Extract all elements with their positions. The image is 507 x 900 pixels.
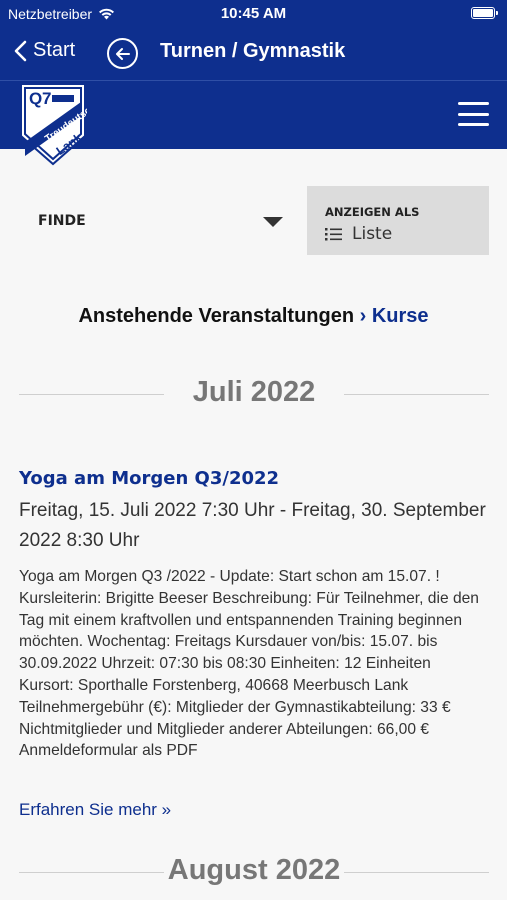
learn-more-link[interactable]: Erfahren Sie mehr » [19,800,171,820]
event-date: Freitag, 15. Juli 2022 7:30 Uhr - Freita… [19,500,486,551]
back-label: Start [33,39,76,61]
caret-down-icon [263,217,283,227]
hamburger-menu-icon[interactable] [458,102,489,126]
month-label: Juli 2022 [192,376,316,408]
filter-label: FINDE [38,213,86,229]
month-divider: Juli 2022 [19,374,489,414]
event-description: Yoga am Morgen Q3 /2022 - Update: Start … [19,568,479,760]
chevron-left-icon [14,40,27,61]
view-as-value: Liste [325,224,392,244]
filter-dropdown[interactable]: FINDE [19,186,307,255]
courses-link[interactable]: › Kurse [360,305,429,327]
arrow-left-icon [115,47,130,60]
site-header: Q 7 Treudeutsch Lank [0,80,507,166]
list-icon [325,228,342,241]
section-heading: Anstehende Veranstaltungen › Kurse [0,305,507,328]
page-title: Turnen / Gymnastik [160,40,346,62]
nav-bar: Start Turnen / Gymnastik [0,28,507,80]
divider-line [344,872,489,873]
view-as-value-text: Liste [352,224,393,244]
event-title-link[interactable]: Yoga am Morgen Q3/2022 [19,468,279,489]
view-as-selector[interactable]: ANZEIGEN ALS Liste [307,186,489,255]
clock: 10:45 AM [220,5,287,22]
svg-text:7: 7 [42,89,51,108]
club-logo[interactable]: Q 7 Treudeutsch Lank [19,82,87,166]
history-back-button[interactable] [107,38,138,69]
section-title: Anstehende Veranstaltungen [78,305,355,327]
divider-line [344,394,489,395]
back-button[interactable]: Start [14,39,75,62]
month-divider: August 2022 [19,852,489,892]
svg-text:Q: Q [29,89,42,108]
view-as-label: ANZEIGEN ALS [325,205,420,219]
status-bar: Netzbetreiber 10:45 AM [0,0,507,28]
month-label: August 2022 [167,854,341,886]
battery-icon [471,7,498,19]
